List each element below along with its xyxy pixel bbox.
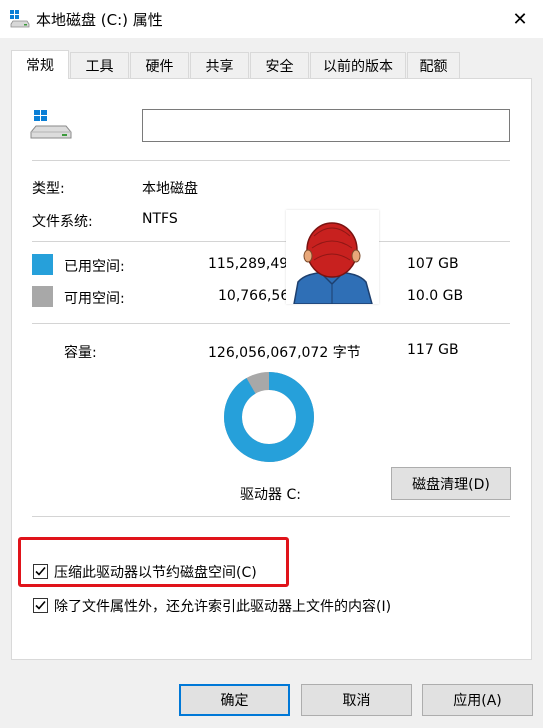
- checkmark-icon: [35, 600, 46, 610]
- drive-name-input[interactable]: [142, 109, 510, 142]
- capacity-bytes: 126,056,067,072 字节: [208, 345, 361, 361]
- type-label: 类型:: [32, 181, 65, 197]
- index-checkbox[interactable]: [33, 598, 48, 613]
- free-space-swatch: [32, 286, 53, 307]
- divider: [32, 323, 510, 324]
- disk-usage-donut: [224, 372, 314, 462]
- index-label: 除了文件属性外，还允许索引此驱动器上文件的内容(I): [54, 599, 392, 615]
- avatar: [286, 210, 379, 305]
- ok-button[interactable]: 确定: [179, 684, 290, 716]
- filesystem-label: 文件系统:: [32, 214, 93, 230]
- tab-previous-versions[interactable]: 以前的版本: [310, 52, 406, 78]
- tab-general[interactable]: 常规: [11, 50, 69, 79]
- tab-security[interactable]: 安全: [250, 52, 309, 78]
- compress-checkbox[interactable]: [33, 564, 48, 579]
- close-button[interactable]: ✕: [497, 0, 543, 38]
- divider: [32, 241, 510, 242]
- cancel-button[interactable]: 取消: [301, 684, 412, 716]
- drive-letter-label: 驱动器 C:: [240, 487, 301, 503]
- title-bar: 本地磁盘 (C:) 属性 ✕: [0, 0, 543, 38]
- used-space-gb: 107 GB: [407, 256, 459, 272]
- type-value: 本地磁盘: [142, 181, 198, 197]
- free-space-gb: 10.0 GB: [407, 288, 464, 304]
- used-space-arc: [224, 372, 314, 462]
- cartoon-person-icon: [293, 222, 373, 305]
- tab-sharing[interactable]: 共享: [190, 52, 249, 78]
- capacity-gb: 117 GB: [407, 342, 459, 358]
- used-space-swatch: [32, 254, 53, 275]
- close-icon: ✕: [512, 8, 528, 30]
- divider: [32, 160, 510, 161]
- tab-quota[interactable]: 配额: [407, 52, 460, 78]
- apply-button[interactable]: 应用(A): [422, 684, 533, 716]
- divider: [32, 516, 510, 517]
- tab-tools[interactable]: 工具: [70, 52, 129, 78]
- checkmark-icon: [35, 566, 46, 576]
- compress-label: 压缩此驱动器以节约磁盘空间(C): [54, 565, 257, 581]
- filesystem-value: NTFS: [142, 211, 178, 227]
- tab-hardware[interactable]: 硬件: [130, 52, 189, 78]
- free-space-label: 可用空间:: [64, 291, 125, 307]
- capacity-label: 容量:: [64, 345, 97, 361]
- window-title: 本地磁盘 (C:) 属性: [36, 11, 163, 29]
- drive-icon: [30, 110, 72, 139]
- used-space-label: 已用空间:: [64, 259, 125, 275]
- disk-cleanup-button[interactable]: 磁盘清理(D): [391, 467, 511, 500]
- drive-icon: [10, 10, 30, 28]
